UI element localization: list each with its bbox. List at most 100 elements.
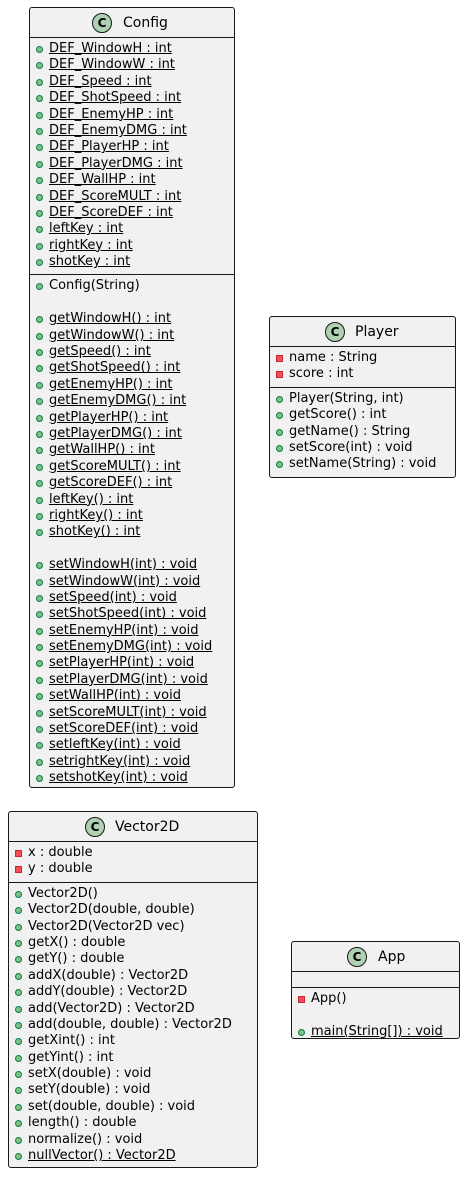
public-visibility-icon — [15, 1103, 22, 1111]
member-separator — [30, 541, 234, 557]
public-visibility-icon — [15, 1038, 22, 1046]
private-visibility-icon — [276, 355, 283, 362]
class-badge-icon: C — [325, 322, 345, 342]
public-visibility-icon — [276, 444, 283, 452]
member-row: shotKey() : int — [30, 524, 234, 540]
member-text: setName(String) : void — [289, 456, 437, 472]
member-row: getScore() : int — [270, 407, 455, 423]
member-row: DEF_ScoreMULT : int — [30, 189, 234, 205]
member-text: getWindowH() : int — [49, 311, 172, 327]
public-visibility-icon — [298, 1028, 305, 1036]
member-row: leftKey() : int — [30, 492, 234, 508]
member-text: DEF_PlayerHP : int — [49, 139, 169, 155]
member-text: x : double — [28, 845, 93, 860]
private-visibility-icon — [276, 371, 283, 379]
member-text: getX() : double — [28, 934, 126, 950]
member-row: normalize() : void — [9, 1132, 257, 1148]
member-text: getWindowW() : int — [49, 327, 175, 343]
class-badge-icon: C — [347, 947, 367, 967]
member-row: addX(double) : Vector2D — [9, 968, 257, 984]
member-text: Vector2D(Vector2D vec) — [28, 918, 185, 934]
public-visibility-icon — [15, 939, 22, 947]
member-row: set(double, double) : void — [9, 1099, 257, 1115]
public-visibility-icon — [36, 775, 43, 783]
public-visibility-icon — [36, 332, 43, 340]
member-row: setScoreMULT(int) : void — [30, 705, 234, 721]
public-visibility-icon — [36, 758, 43, 766]
member-row: getY() : double — [9, 951, 257, 967]
member-text: DEF_EnemyDMG : int — [49, 122, 187, 138]
class-name: Vector2D — [115, 819, 180, 835]
member-row: DEF_ScoreDEF : int — [30, 205, 234, 221]
member-row: getX() : double — [9, 935, 257, 951]
member-text: getWallHP() : int — [49, 442, 155, 458]
class-header: C Vector2D — [9, 812, 257, 842]
methods-section: App() main(String[]) : void — [292, 987, 459, 1044]
member-row: DEF_EnemyDMG : int — [30, 123, 234, 139]
member-text: DEF_ScoreDEF : int — [49, 204, 173, 220]
public-visibility-icon — [36, 209, 43, 217]
member-row: getEnemyHP() : int — [30, 377, 234, 393]
member-row: Config(String) — [30, 278, 234, 294]
public-visibility-icon — [36, 177, 43, 185]
member-text: App() — [311, 991, 347, 1006]
attributes-section — [292, 972, 459, 987]
member-row: length() : double — [9, 1115, 257, 1131]
member-text: getSpeed() : int — [49, 344, 151, 360]
public-visibility-icon — [15, 923, 22, 931]
member-text: DEF_WindowH : int — [49, 41, 172, 56]
member-text: Vector2D(double, double) — [28, 902, 195, 918]
member-row: getShotSpeed() : int — [30, 360, 234, 376]
member-text: DEF_WallHP : int — [49, 172, 156, 188]
member-row: getWallHP() : int — [30, 442, 234, 458]
private-visibility-icon — [15, 850, 22, 857]
member-text: length() : double — [28, 1115, 137, 1131]
member-text: Config(String) — [49, 278, 140, 294]
public-visibility-icon — [36, 414, 43, 422]
member-text: add(Vector2D) : Vector2D — [28, 1000, 195, 1016]
public-visibility-icon — [15, 890, 22, 898]
member-row: App() — [292, 991, 459, 1007]
public-visibility-icon — [36, 742, 43, 750]
member-row: getWindowH() : int — [30, 311, 234, 327]
public-visibility-icon — [36, 78, 43, 86]
public-visibility-icon — [36, 594, 43, 602]
class-badge-icon: C — [92, 13, 112, 33]
methods-section: Player(String, int) getScore() : int getNa… — [270, 386, 455, 477]
member-row: setY(double) : void — [9, 1082, 257, 1098]
member-text: setEnemyHP(int) : void — [49, 622, 199, 638]
public-visibility-icon — [15, 1054, 22, 1062]
member-text: rightKey : int — [49, 237, 133, 253]
attributes-section: DEF_WindowH : int DEF_WindowW : int DEF_Sp… — [30, 38, 234, 274]
member-row: Player(String, int) — [270, 391, 455, 407]
member-row: name : String — [270, 350, 455, 366]
member-text: set(double, double) : void — [28, 1098, 196, 1114]
member-row: getScoreDEF() : int — [30, 475, 234, 491]
private-visibility-icon — [15, 866, 22, 874]
member-row: y : double — [9, 861, 257, 877]
member-row: add(Vector2D) : Vector2D — [9, 1001, 257, 1017]
public-visibility-icon — [276, 428, 283, 436]
member-text: setScore(int) : void — [289, 439, 413, 455]
public-visibility-icon — [36, 529, 43, 537]
member-text: DEF_ScoreMULT : int — [49, 188, 182, 204]
public-visibility-icon — [36, 160, 43, 168]
member-text: setScoreDEF(int) : void — [49, 721, 199, 737]
member-text: setshotKey(int) : void — [49, 770, 188, 786]
public-visibility-icon — [36, 562, 43, 570]
member-row: getPlayerHP() : int — [30, 410, 234, 426]
member-text: y : double — [28, 861, 93, 877]
member-text: getScoreDEF() : int — [49, 475, 173, 491]
public-visibility-icon — [36, 496, 43, 504]
class-badge-icon: C — [85, 817, 105, 837]
public-visibility-icon — [15, 956, 22, 964]
member-separator — [30, 295, 234, 311]
member-row: DEF_WindowW : int — [30, 57, 234, 73]
public-visibility-icon — [276, 395, 283, 403]
public-visibility-icon — [36, 726, 43, 734]
public-visibility-icon — [36, 480, 43, 488]
member-row: shotKey : int — [30, 254, 234, 270]
member-row: rightKey : int — [30, 238, 234, 254]
member-text: getPlayerDMG() : int — [49, 425, 182, 441]
public-visibility-icon — [36, 709, 43, 717]
